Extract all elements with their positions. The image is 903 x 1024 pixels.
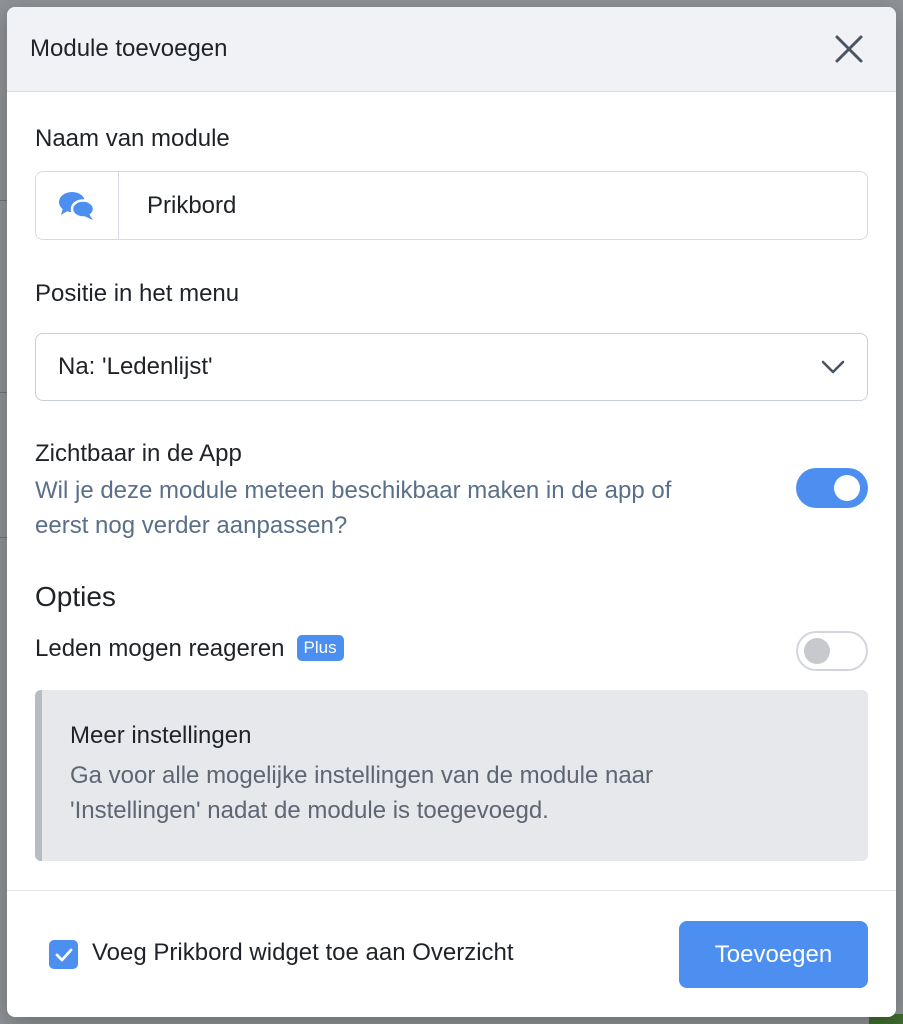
module-name-label: Naam van module xyxy=(35,125,230,152)
app-visibility-toggle[interactable] xyxy=(796,468,868,508)
toggle-knob xyxy=(834,475,860,501)
check-icon xyxy=(55,948,72,961)
more-settings-info: Meer instellingen Ga voor alle mogelijke… xyxy=(35,690,868,861)
chevron-down-icon xyxy=(821,360,845,374)
visibility-description: Wil je deze module meteen beschikbaar ma… xyxy=(35,473,671,543)
members-react-row: Leden mogen reageren Plus xyxy=(35,634,344,663)
close-button[interactable] xyxy=(829,29,869,69)
menu-position-label: Positie in het menu xyxy=(35,280,240,307)
module-name-input[interactable] xyxy=(119,172,867,239)
info-text: Ga voor alle mogelijke instellingen van … xyxy=(70,758,840,828)
toggle-knob xyxy=(804,638,830,664)
menu-position-value: Na: 'Ledenlijst' xyxy=(58,353,213,380)
members-react-toggle[interactable] xyxy=(796,631,868,671)
visibility-description-line: eerst nog verder aanpassen? xyxy=(35,512,348,539)
add-module-dialog: Module toevoegen Naam van module Positie… xyxy=(7,7,896,1017)
add-button[interactable]: Toevoegen xyxy=(679,921,868,988)
visibility-description-line: Wil je deze module meteen beschikbaar ma… xyxy=(35,477,672,504)
dialog-footer: Voeg Prikbord widget toe aan Overzicht T… xyxy=(7,890,896,1017)
add-widget-label[interactable]: Voeg Prikbord widget toe aan Overzicht xyxy=(92,939,514,967)
add-widget-checkbox[interactable] xyxy=(49,940,78,969)
visibility-title: Zichtbaar in de App xyxy=(35,440,242,467)
dialog-header: Module toevoegen xyxy=(7,7,896,92)
menu-position-select[interactable]: Na: 'Ledenlijst' xyxy=(35,333,868,401)
module-name-field xyxy=(35,171,868,240)
dialog-title: Module toevoegen xyxy=(30,35,228,62)
plus-badge: Plus xyxy=(296,634,344,661)
comments-icon xyxy=(59,191,96,220)
input-addon xyxy=(36,172,119,239)
options-title: Opties xyxy=(35,581,116,612)
info-text-line: Ga voor alle mogelijke instellingen van … xyxy=(70,762,654,789)
info-title: Meer instellingen xyxy=(70,722,252,749)
members-react-label: Leden mogen reageren xyxy=(35,635,285,662)
info-text-line: 'Instellingen' nadat de module is toegev… xyxy=(70,797,549,824)
close-icon xyxy=(835,35,863,63)
